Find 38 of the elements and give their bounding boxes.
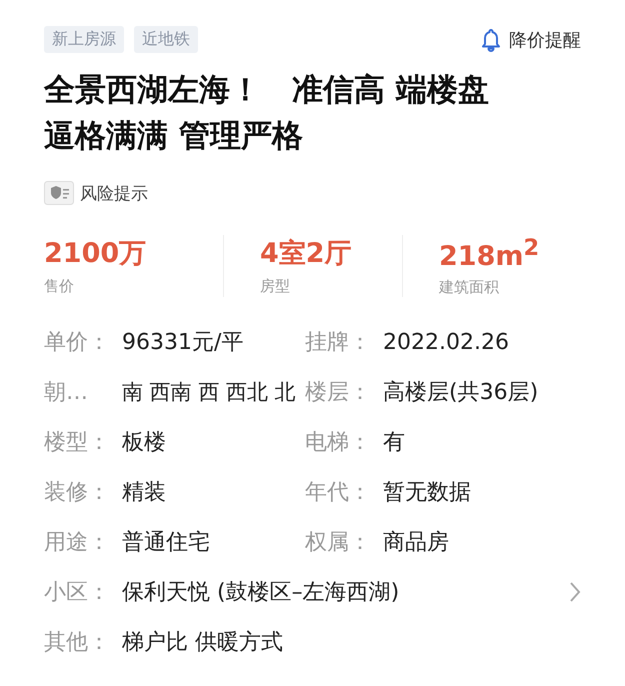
field-value: 精装 bbox=[122, 479, 166, 507]
field-value: 有 bbox=[383, 429, 405, 457]
field-label: 电梯： bbox=[305, 429, 372, 457]
stat-label: 售价 bbox=[44, 277, 75, 296]
field-label: 朝… bbox=[44, 379, 89, 407]
field-label: 用途： bbox=[44, 529, 111, 557]
stat-value: 4室2厅 bbox=[260, 237, 353, 271]
field-label: 挂牌： bbox=[305, 329, 372, 357]
field-value: 商品房 bbox=[383, 529, 449, 557]
stat-label: 建筑面积 bbox=[439, 278, 500, 297]
stat-value: 218m$^{2}$ bbox=[439, 235, 540, 272]
field-value: 2022.02.26 bbox=[383, 330, 509, 354]
field-label: 楼层： bbox=[305, 379, 372, 407]
chevron-right-icon[interactable] bbox=[569, 581, 581, 603]
field-value: 普通住宅 bbox=[122, 529, 210, 557]
field-label: 装修： bbox=[44, 479, 111, 507]
field-label: 单价： bbox=[44, 329, 111, 357]
bell-icon bbox=[481, 28, 501, 52]
listing-title: 全景西湖左海！ 准信高 端楼盘逼格满满 管理严格 bbox=[44, 71, 490, 156]
field-value: 96331元/平 bbox=[122, 329, 244, 357]
risk-notice-link[interactable]: 风险提示 bbox=[80, 182, 148, 204]
field-label: 年代： bbox=[305, 479, 372, 507]
field-value: 梯户比 供暖方式 bbox=[122, 629, 283, 657]
stat-value: 2100万 bbox=[44, 237, 148, 271]
field-value: 南 西南 西 西北 北 bbox=[122, 379, 296, 406]
tag: 新上房源 bbox=[44, 26, 124, 53]
community-link[interactable]: 保利天悦 (鼓楼区–左海西湖) bbox=[122, 577, 400, 607]
field-value: 暂无数据 bbox=[383, 479, 471, 507]
field-label: 小区： bbox=[44, 579, 111, 607]
tag: 近地铁 bbox=[134, 26, 198, 53]
field-label: 其他： bbox=[44, 629, 111, 657]
shield-icon bbox=[44, 181, 74, 205]
field-label: 权属： bbox=[305, 529, 372, 557]
stat-label: 房型 bbox=[260, 277, 291, 296]
field-label: 楼型： bbox=[44, 429, 111, 457]
field-value: 高楼层(共36层) bbox=[383, 379, 538, 407]
price-alert-button[interactable]: 降价提醒 bbox=[481, 28, 581, 52]
field-value: 板楼 bbox=[122, 429, 166, 457]
